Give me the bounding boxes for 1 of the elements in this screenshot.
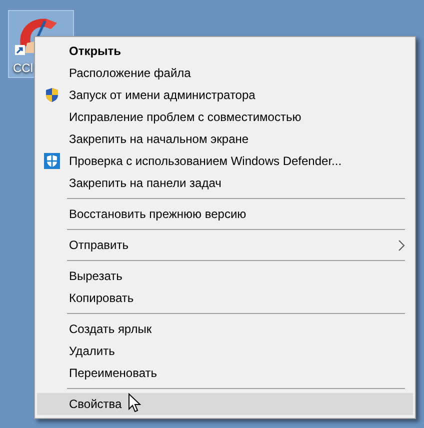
icon-label: CCl (13, 61, 33, 75)
